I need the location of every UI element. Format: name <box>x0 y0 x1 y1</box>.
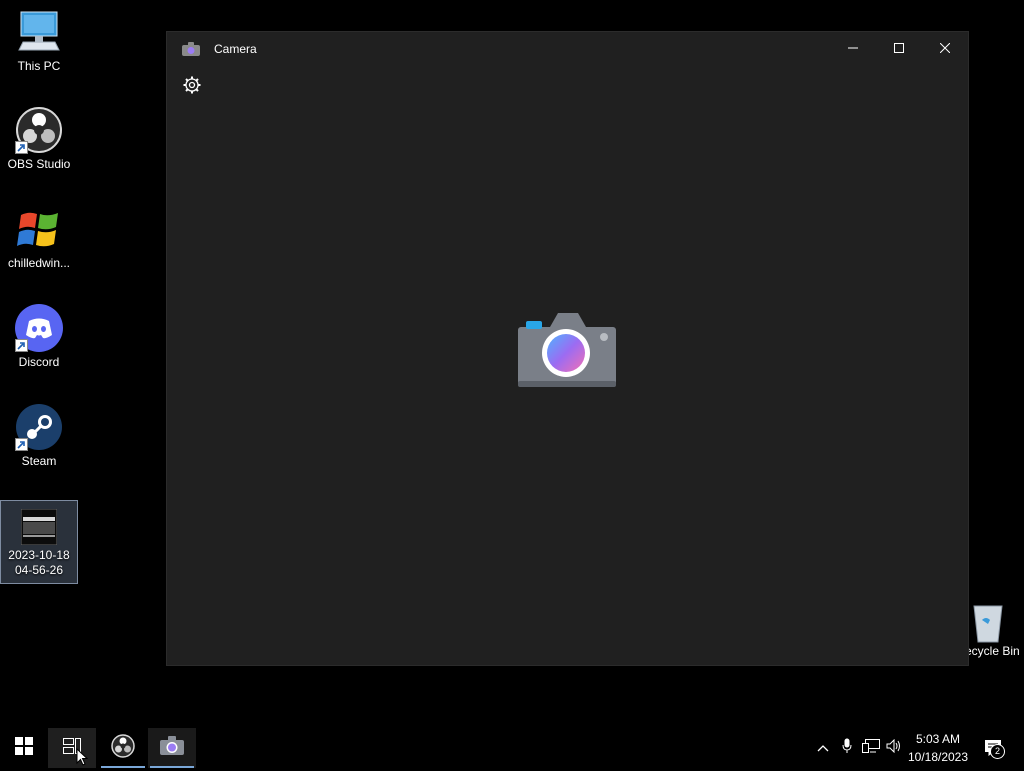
shortcut-arrow-icon <box>15 438 28 451</box>
desktop-icon-steam[interactable]: Steam <box>1 403 77 469</box>
camera-window: Camera <box>167 32 968 665</box>
notification-count-badge: 2 <box>990 744 1005 759</box>
network-icon <box>862 738 880 758</box>
computer-icon <box>15 8 63 56</box>
shortcut-arrow-icon <box>15 339 28 352</box>
discord-icon <box>15 304 63 352</box>
minimize-icon <box>848 40 858 58</box>
title-bar[interactable]: Camera <box>167 32 968 66</box>
desktop-icon-label: Discord <box>18 355 60 369</box>
action-center-button[interactable]: 2 <box>980 728 1006 768</box>
microphone-icon <box>842 738 852 759</box>
show-hidden-icons-button[interactable] <box>813 728 833 768</box>
windows-xp-logo-icon <box>15 205 63 253</box>
minimize-button[interactable] <box>830 32 876 66</box>
taskbar-camera[interactable] <box>148 728 196 768</box>
clock[interactable]: 5:03 AM 10/18/2023 <box>906 730 970 766</box>
windows-logo-icon <box>15 736 33 760</box>
notification-icon: 2 <box>985 740 1005 759</box>
chevron-up-icon <box>817 739 829 757</box>
volume-icon <box>886 738 902 758</box>
obs-studio-icon <box>15 106 63 154</box>
recycle-bin-icon <box>964 602 1012 644</box>
close-icon <box>939 40 951 58</box>
window-controls <box>830 32 968 66</box>
maximize-button[interactable] <box>876 32 922 66</box>
steam-icon <box>15 403 63 451</box>
microphone-button[interactable] <box>837 728 857 768</box>
desktop-icon-label: chilledwin... <box>7 256 71 270</box>
desktop-icon-video-file[interactable]: 2023-10-18 04-56-26 <box>0 500 78 584</box>
desktop-icon-discord[interactable]: Discord <box>1 304 77 370</box>
close-button[interactable] <box>922 32 968 66</box>
desktop-icon-chilledwindows[interactable]: chilledwin... <box>1 205 77 271</box>
clock-date: 10/18/2023 <box>907 750 969 764</box>
video-thumbnail-icon <box>20 508 58 546</box>
network-button[interactable] <box>860 728 882 768</box>
desktop-icon-this-pc[interactable]: This PC <box>1 8 77 74</box>
maximize-icon <box>894 40 904 58</box>
camera-icon <box>160 735 184 761</box>
taskbar-obs-studio[interactable] <box>99 728 147 768</box>
task-view-button[interactable] <box>48 728 96 768</box>
taskbar: 5:03 AM 10/18/2023 2 <box>0 728 1024 768</box>
start-button[interactable] <box>0 728 48 768</box>
window-title: Camera <box>214 42 257 56</box>
camera-placeholder-icon <box>518 311 618 389</box>
shortcut-arrow-icon <box>15 141 28 154</box>
gear-icon <box>182 76 202 99</box>
settings-button[interactable] <box>182 75 202 95</box>
desktop-icon-label: 2023-10-18 04-56-26 <box>8 548 70 577</box>
desktop-icon-label: OBS Studio <box>7 157 71 171</box>
desktop-icon-label: This PC <box>17 59 61 73</box>
desktop-icon-obs-studio[interactable]: OBS Studio <box>1 106 77 172</box>
clock-time: 5:03 AM <box>915 732 961 746</box>
desktop-icon-label: Steam <box>21 454 57 468</box>
camera-icon <box>182 42 200 56</box>
volume-button[interactable] <box>884 728 904 768</box>
obs-studio-icon <box>111 733 135 763</box>
